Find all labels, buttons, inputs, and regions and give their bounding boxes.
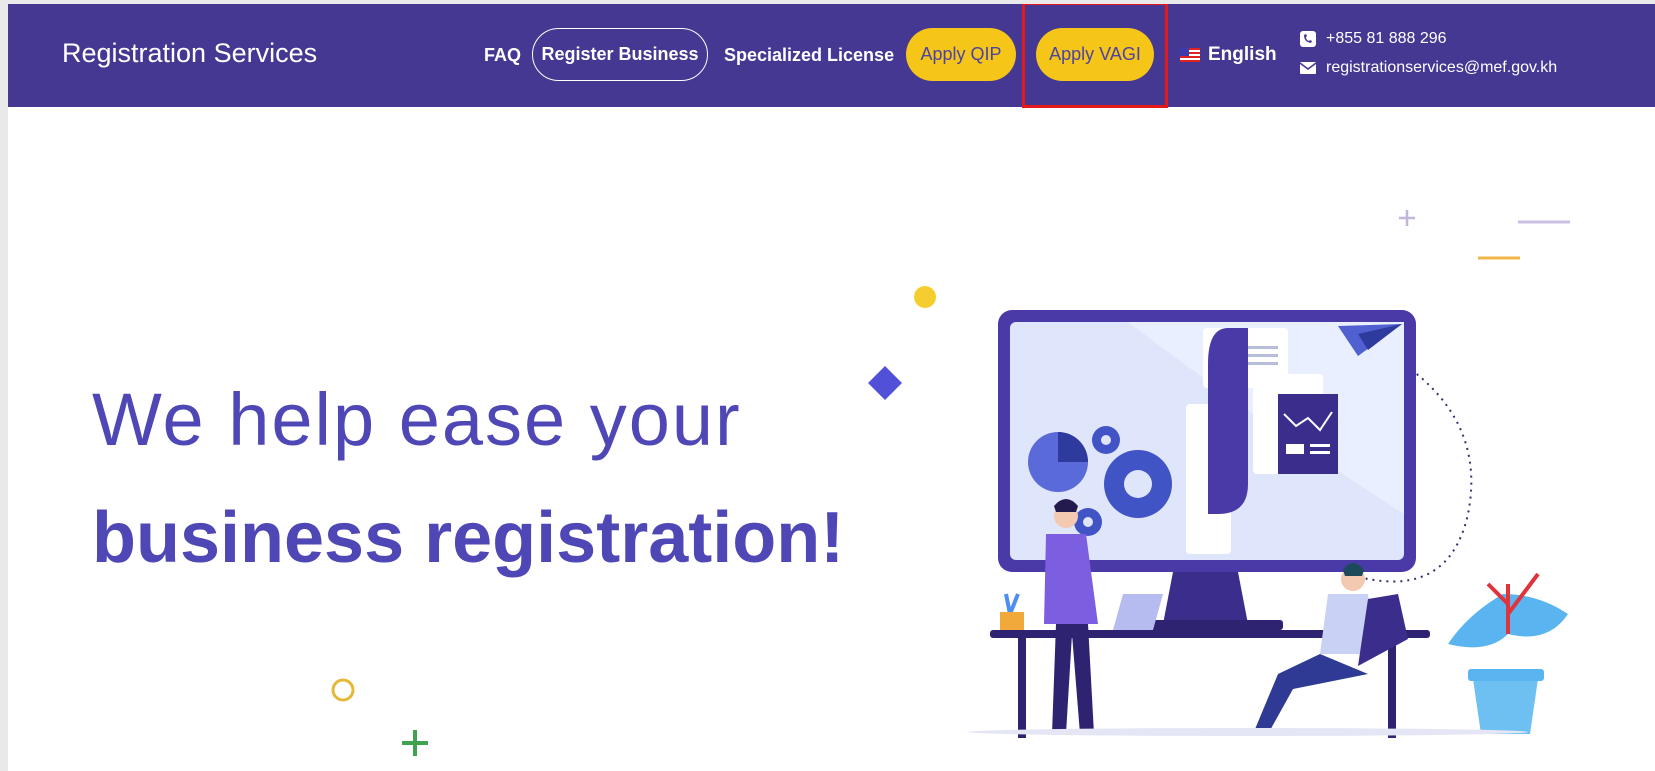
hero-illustration: $ bbox=[968, 310, 1568, 738]
plus-purple-decoration bbox=[1399, 210, 1415, 226]
page: Registration Services FAQ Register Busin… bbox=[8, 4, 1655, 771]
diamond-decoration bbox=[868, 366, 902, 400]
plus-green-decoration bbox=[402, 730, 428, 756]
yellow-dot-decoration bbox=[914, 286, 936, 308]
ring-decoration bbox=[331, 678, 355, 702]
